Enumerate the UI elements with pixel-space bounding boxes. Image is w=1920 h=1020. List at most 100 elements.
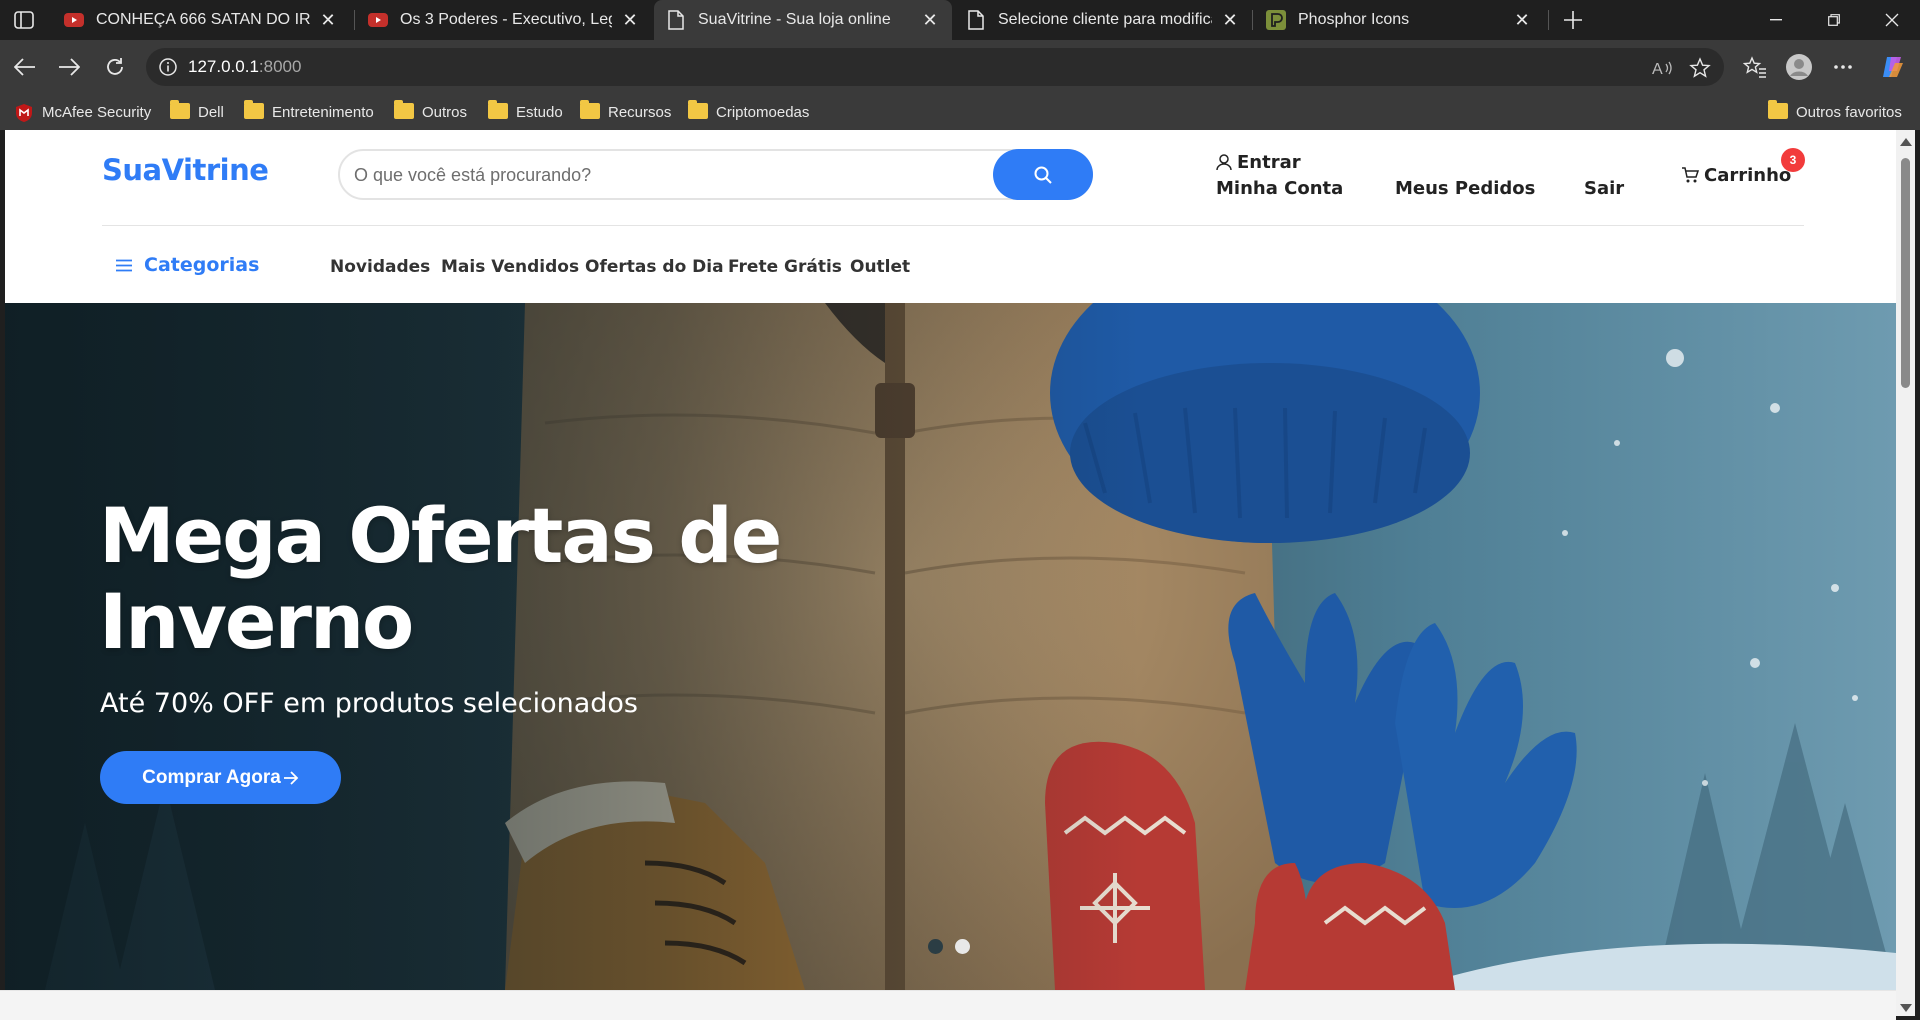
- page-bottom-area: [0, 990, 1896, 1020]
- close-window-button[interactable]: [1864, 0, 1920, 40]
- folder-icon: [1768, 100, 1788, 121]
- bookmark-label: Outros favoritos: [1796, 103, 1902, 121]
- new-tab-button[interactable]: [1558, 6, 1588, 34]
- shop-now-button[interactable]: Comprar Agora: [100, 751, 341, 804]
- tab-title: Phosphor Icons: [1298, 11, 1410, 28]
- my-account-link[interactable]: Minha Conta: [1216, 178, 1343, 199]
- tab-admin[interactable]: Selecione cliente para modificar | ✕: [954, 0, 1252, 40]
- tab-strip: CONHEÇA 666 SATAN DO IRMÃO ✕ Os 3 Podere…: [0, 0, 1920, 40]
- hamburger-icon: [116, 259, 132, 271]
- bookmarks-bar: McAfee Security Dell Entretenimento Outr…: [0, 94, 1920, 130]
- nav-frete-gratis[interactable]: Frete Grátis: [728, 257, 842, 277]
- restore-button[interactable]: [1806, 0, 1862, 40]
- scroll-down-arrow[interactable]: [1900, 1004, 1912, 1012]
- bookmark-mcafee[interactable]: McAfee Security: [14, 100, 151, 124]
- phosphor-icon: [1266, 10, 1286, 30]
- avatar-icon: [1786, 54, 1812, 80]
- back-button[interactable]: [8, 50, 42, 84]
- bookmark-label: Criptomoedas: [716, 103, 810, 121]
- tab-close-icon[interactable]: ✕: [920, 10, 940, 30]
- tab-youtube-1[interactable]: CONHEÇA 666 SATAN DO IRMÃO ✕: [52, 0, 350, 40]
- scroll-up-arrow[interactable]: [1900, 138, 1912, 146]
- youtube-icon: [368, 10, 388, 30]
- favorite-star-icon[interactable]: [1688, 56, 1712, 80]
- arrow-right-icon: [59, 58, 80, 76]
- cart-icon: [1682, 167, 1699, 183]
- login-label: Entrar: [1237, 152, 1301, 173]
- minimize-icon: [1770, 19, 1782, 21]
- arrow-left-icon: [14, 58, 35, 76]
- folder-icon: [244, 100, 264, 121]
- page-icon: [966, 10, 986, 30]
- browser-window: CONHEÇA 666 SATAN DO IRMÃO ✕ Os 3 Podere…: [0, 0, 1920, 1020]
- tab-suavitrine[interactable]: SuaVitrine - Sua loja online ✕: [654, 0, 952, 40]
- tab-close-icon[interactable]: ✕: [1220, 10, 1240, 30]
- bookmark-outros[interactable]: Outros: [394, 100, 467, 124]
- read-aloud-icon[interactable]: A: [1650, 56, 1674, 80]
- copilot-button[interactable]: [1876, 50, 1910, 84]
- bookmark-criptomoedas[interactable]: Criptomoedas: [688, 100, 809, 124]
- carousel-dot-1[interactable]: [928, 939, 943, 954]
- search-icon: [1034, 166, 1052, 184]
- login-link[interactable]: Entrar: [1216, 152, 1301, 173]
- profile-button[interactable]: [1782, 50, 1816, 84]
- scrollbar-thumb[interactable]: [1901, 158, 1910, 388]
- browser-toolbar: 127.0.0.1:8000 A: [0, 40, 1920, 94]
- tab-separator: [1548, 10, 1549, 30]
- reload-button[interactable]: [98, 50, 132, 84]
- my-orders-link[interactable]: Meus Pedidos: [1395, 178, 1535, 199]
- nav-ofertas-do-dia[interactable]: Ofertas do Dia: [585, 257, 724, 277]
- bookmark-label: Outros: [422, 103, 468, 121]
- url-text: 127.0.0.1:8000: [188, 57, 301, 77]
- forward-button[interactable]: [52, 50, 86, 84]
- site-logo[interactable]: SuaVitrine: [102, 153, 269, 187]
- mcafee-icon: [14, 103, 34, 122]
- bookmark-recursos[interactable]: Recursos: [580, 100, 671, 124]
- minimize-button[interactable]: [1748, 0, 1804, 40]
- hero-banner: Mega Ofertas de Inverno Até 70% OFF em p…: [5, 303, 1896, 990]
- close-icon: [1885, 13, 1899, 27]
- cart-count-badge: 3: [1781, 148, 1805, 172]
- tab-separator: [354, 10, 355, 30]
- address-bar[interactable]: 127.0.0.1:8000 A: [146, 48, 1724, 86]
- hero-title-line2: Inverno: [99, 577, 414, 666]
- settings-menu-button[interactable]: [1826, 50, 1860, 84]
- bookmark-entretenimento[interactable]: Entretenimento: [244, 100, 374, 124]
- favorites-list-icon: [1743, 56, 1766, 78]
- tab-actions-button[interactable]: [10, 8, 38, 32]
- info-icon[interactable]: [158, 57, 178, 77]
- tab-phosphor[interactable]: Phosphor Icons ✕: [1254, 0, 1544, 40]
- search-button[interactable]: [993, 149, 1093, 200]
- categories-menu-button[interactable]: Categorias: [116, 254, 259, 276]
- tab-title: Selecione cliente para modificar |: [998, 11, 1212, 28]
- tab-close-icon[interactable]: ✕: [1512, 10, 1532, 30]
- folder-icon: [394, 100, 414, 121]
- folder-icon: [688, 100, 708, 121]
- page-scrollbar[interactable]: [1896, 130, 1915, 1016]
- bookmark-dell[interactable]: Dell: [170, 100, 224, 124]
- cart-link[interactable]: Carrinho: [1681, 165, 1791, 186]
- youtube-icon: [64, 10, 84, 30]
- url-host: 127.0.0.1: [188, 57, 259, 76]
- hero-subtitle: Até 70% OFF em produtos selecionados: [100, 688, 638, 719]
- tab-separator: [1252, 10, 1253, 30]
- bookmark-label: Recursos: [608, 103, 672, 121]
- copilot-icon: [1883, 57, 1903, 77]
- nav-outlet[interactable]: Outlet: [850, 257, 910, 277]
- plus-icon: [1564, 11, 1582, 29]
- tab-title: CONHEÇA 666 SATAN DO IRMÃO: [96, 11, 310, 28]
- nav-mais-vendidos[interactable]: Mais Vendidos: [441, 257, 579, 277]
- carousel-dot-2[interactable]: [955, 939, 970, 954]
- search-input[interactable]: [354, 162, 954, 188]
- favorites-button[interactable]: [1738, 50, 1772, 84]
- cart-label: Carrinho: [1704, 165, 1792, 186]
- user-icon: [1216, 154, 1232, 171]
- folder-icon: [170, 100, 190, 121]
- tab-youtube-2[interactable]: Os 3 Poderes - Executivo, Legislat ✕: [356, 0, 652, 40]
- bookmark-other-favorites[interactable]: Outros favoritos: [1768, 100, 1902, 124]
- tab-close-icon[interactable]: ✕: [620, 10, 640, 30]
- nav-novidades[interactable]: Novidades: [330, 257, 430, 277]
- logout-link[interactable]: Sair: [1584, 178, 1624, 199]
- bookmark-estudo[interactable]: Estudo: [488, 100, 563, 124]
- tab-close-icon[interactable]: ✕: [318, 10, 338, 30]
